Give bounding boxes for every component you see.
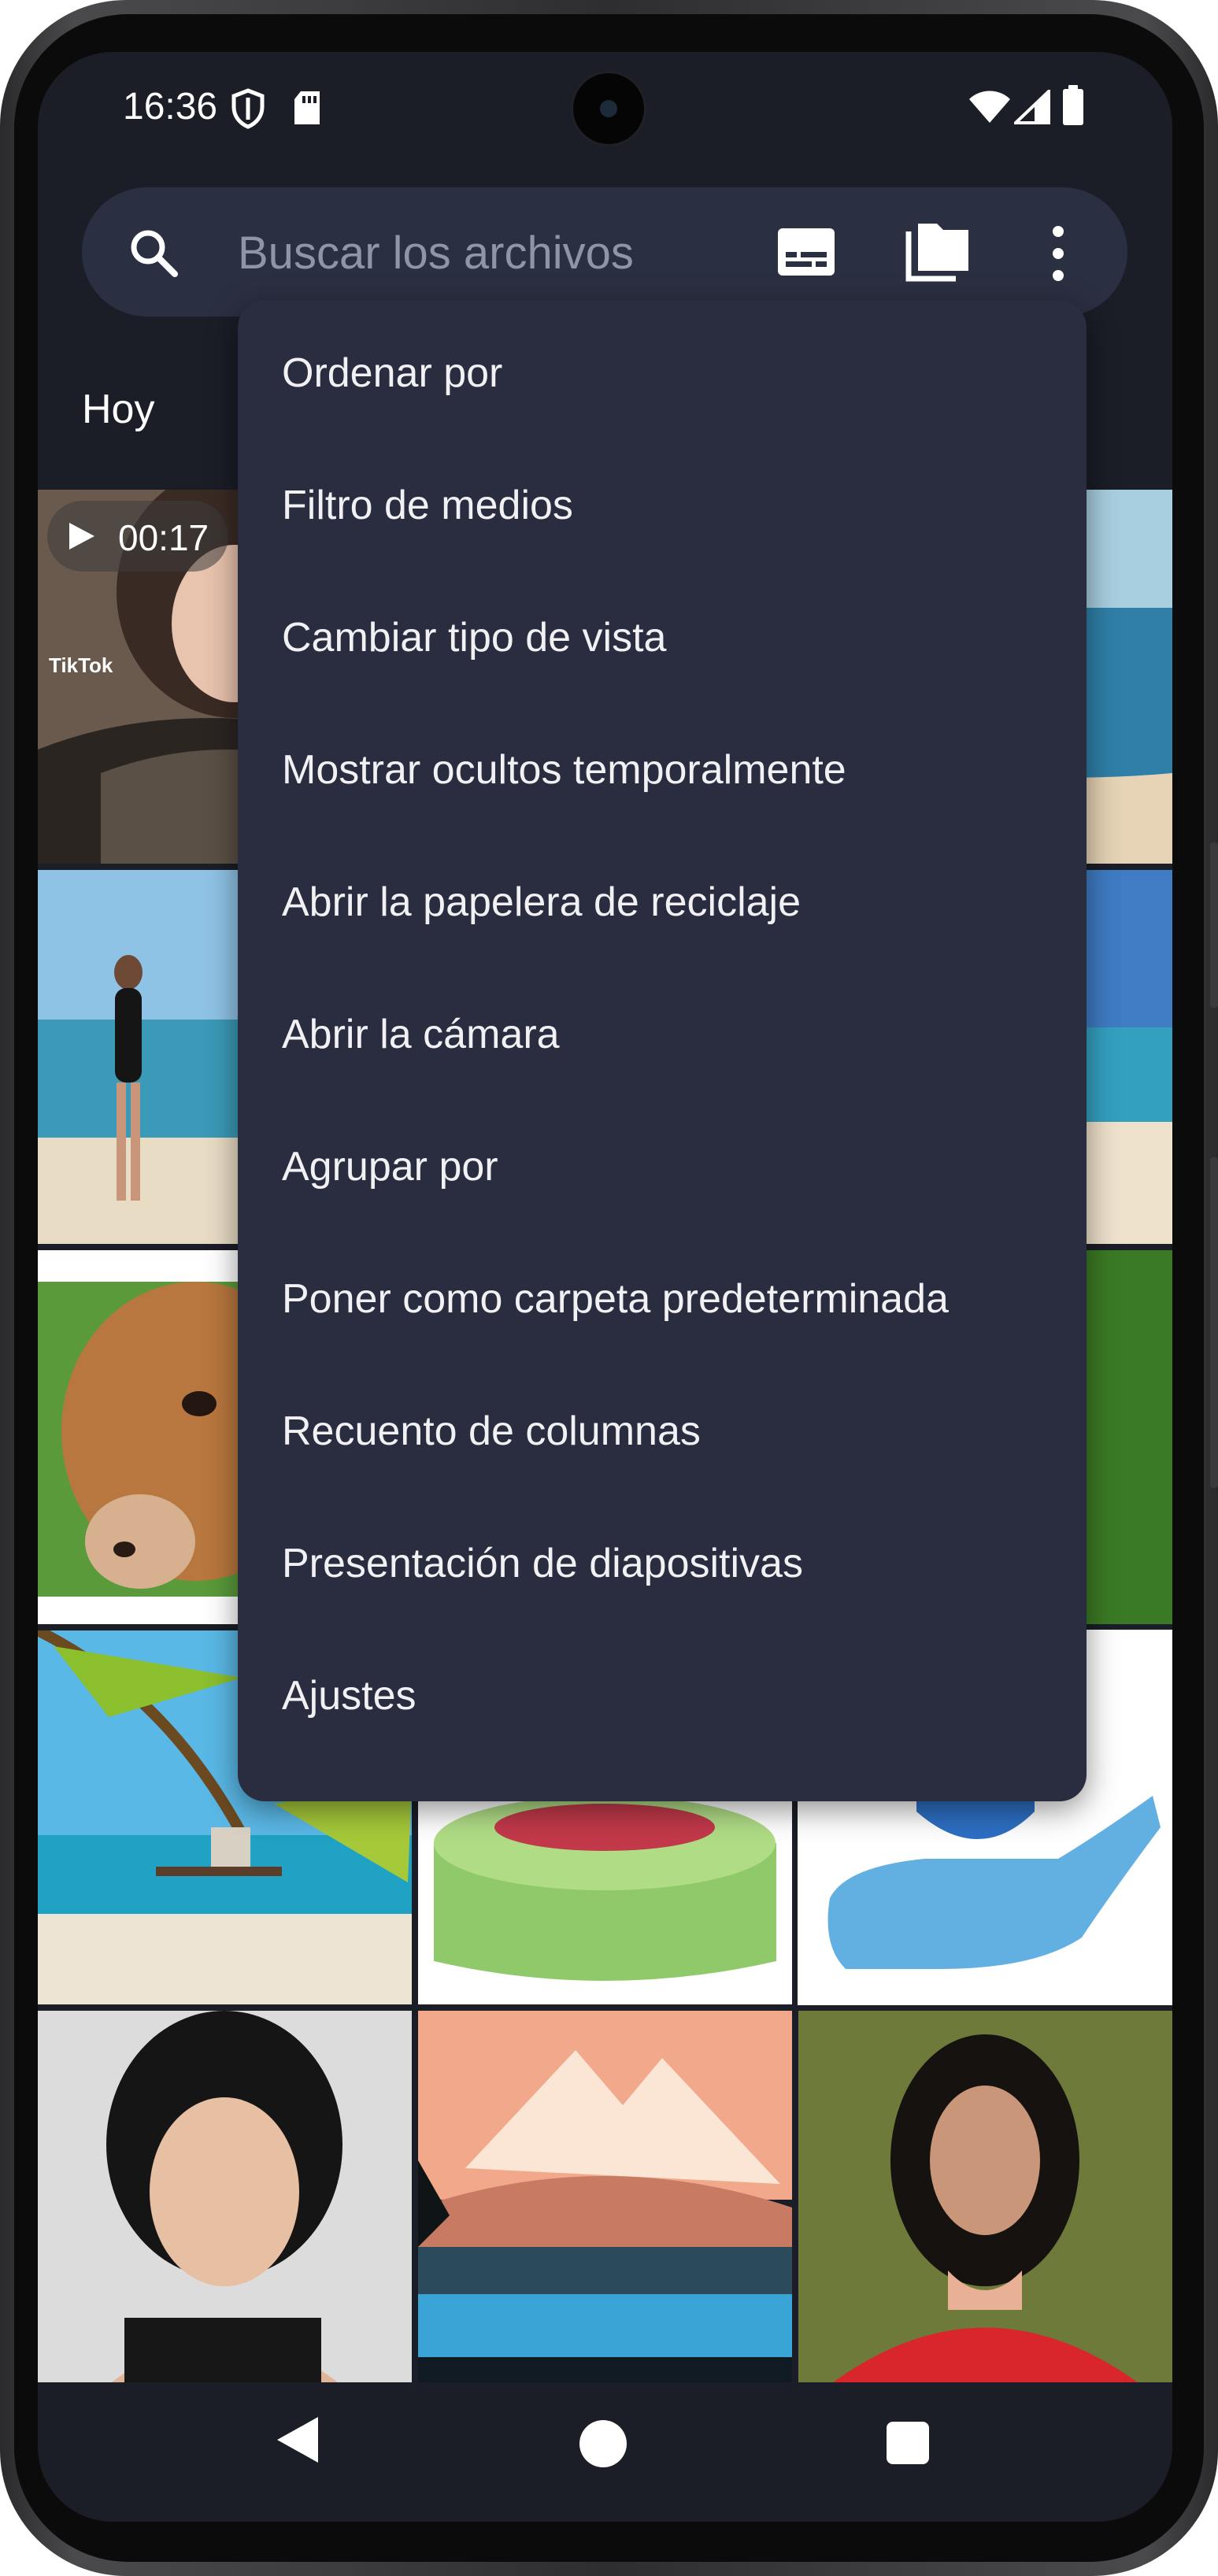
shield-icon — [231, 88, 265, 129]
media-thumbnail[interactable] — [798, 2011, 1172, 2385]
menu-item-column-count[interactable]: Recuento de columnas — [238, 1365, 1087, 1497]
navigation-bar — [38, 2382, 1172, 2522]
menu-item-label: Agrupar por — [282, 1144, 498, 1190]
home-icon[interactable] — [579, 2420, 627, 2467]
camera-lens — [600, 100, 617, 117]
video-duration-badge: 00:17 — [47, 501, 228, 572]
menu-item-show-hidden[interactable]: Mostrar ocultos temporalmente — [238, 704, 1087, 836]
overflow-menu: Ordenar por Filtro de medios Cambiar tip… — [238, 301, 1087, 1801]
folder-icon[interactable] — [904, 219, 972, 285]
play-icon — [69, 523, 94, 550]
date-header: Hoy — [82, 387, 155, 432]
menu-item-label: Mostrar ocultos temporalmente — [282, 747, 846, 793]
menu-item-label: Abrir la papelera de reciclaje — [282, 879, 802, 925]
sd-card-icon — [294, 91, 320, 124]
more-vert-icon[interactable] — [1042, 220, 1074, 287]
menu-item-recycle-bin[interactable]: Abrir la papelera de reciclaje — [238, 836, 1087, 968]
wifi-icon — [969, 91, 1010, 123]
volume-button — [1210, 1157, 1218, 1488]
status-bar: 16:36 — [38, 52, 1172, 170]
signal-icon — [1014, 90, 1050, 124]
search-icon[interactable] — [128, 227, 180, 279]
menu-item-label: Ajustes — [282, 1673, 416, 1719]
search-bar — [82, 187, 1127, 316]
menu-item-settings[interactable]: Ajustes — [238, 1630, 1087, 1762]
menu-item-group-by[interactable]: Agrupar por — [238, 1101, 1087, 1233]
menu-item-label: Presentación de diapositivas — [282, 1541, 803, 1586]
power-button — [1210, 842, 1218, 1008]
front-camera — [571, 71, 646, 146]
subtitles-icon[interactable] — [775, 224, 838, 280]
status-time: 16:36 — [123, 86, 218, 128]
menu-item-sort[interactable]: Ordenar por — [238, 307, 1087, 439]
menu-item-label: Ordenar por — [282, 350, 503, 396]
menu-item-label: Cambiar tipo de vista — [282, 615, 667, 661]
screen: 16:36 Buscar los archivos Hoy 00:17 TikT… — [38, 52, 1172, 2522]
thumbnail-image — [798, 2011, 1172, 2385]
menu-item-change-view[interactable]: Cambiar tipo de vista — [238, 572, 1087, 704]
menu-item-media-filter[interactable]: Filtro de medios — [238, 439, 1087, 572]
menu-item-label: Poner como carpeta predeterminada — [282, 1276, 949, 1322]
search-input[interactable] — [236, 219, 727, 287]
media-thumbnail[interactable] — [38, 2011, 412, 2385]
media-thumbnail[interactable] — [418, 2011, 792, 2385]
menu-item-label: Abrir la cámara — [282, 1012, 560, 1057]
menu-item-open-camera[interactable]: Abrir la cámara — [238, 968, 1087, 1101]
battery-icon — [1063, 85, 1083, 125]
menu-item-set-default-folder[interactable]: Poner como carpeta predeterminada — [238, 1233, 1087, 1365]
back-icon[interactable] — [274, 2414, 321, 2466]
video-duration: 00:17 — [118, 517, 209, 558]
menu-item-label: Filtro de medios — [282, 483, 573, 528]
menu-item-label: Recuento de columnas — [282, 1408, 701, 1454]
menu-item-slideshow[interactable]: Presentación de diapositivas — [238, 1497, 1087, 1630]
thumbnail-image — [38, 2011, 412, 2385]
thumbnail-image — [418, 2011, 792, 2385]
recents-icon[interactable] — [887, 2422, 929, 2464]
tiktok-watermark: TikTok — [49, 653, 113, 677]
